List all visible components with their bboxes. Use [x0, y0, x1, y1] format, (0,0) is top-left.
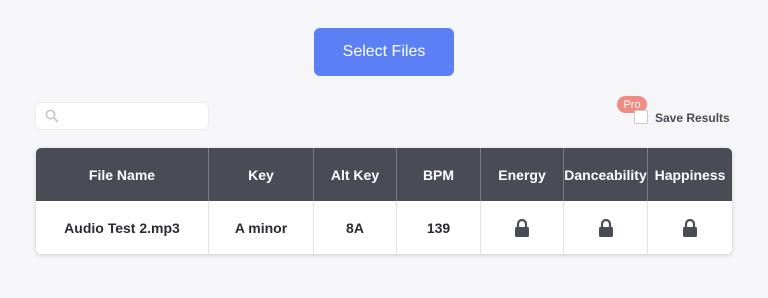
column-header-danceability[interactable]: Danceability: [564, 148, 648, 201]
lock-icon[interactable]: [598, 218, 614, 238]
cell-alt-key: 8A: [314, 201, 397, 254]
save-results-label: Save Results: [655, 111, 730, 125]
cell-happiness: [648, 201, 732, 254]
search-input[interactable]: [64, 106, 204, 126]
column-header-file-name[interactable]: File Name: [36, 148, 209, 201]
page: Select Files Pro Save Results File Name …: [0, 0, 768, 298]
search-icon: [45, 109, 59, 123]
search-box[interactable]: [35, 102, 209, 130]
lock-icon[interactable]: [514, 218, 530, 238]
cell-bpm: 139: [397, 201, 481, 254]
lock-icon[interactable]: [682, 218, 698, 238]
cell-file-name: Audio Test 2.mp3: [36, 201, 209, 254]
column-header-energy[interactable]: Energy: [481, 148, 564, 201]
table-row: Audio Test 2.mp3 A minor 8A 139: [36, 201, 732, 254]
cell-danceability: [564, 201, 648, 254]
column-header-happiness[interactable]: Happiness: [648, 148, 732, 201]
select-files-button[interactable]: Select Files: [314, 28, 454, 76]
column-header-key[interactable]: Key: [209, 148, 314, 201]
table-header-row: File Name Key Alt Key BPM Energy Danceab…: [36, 148, 732, 201]
cell-energy: [481, 201, 564, 254]
cell-key: A minor: [209, 201, 314, 254]
results-table: File Name Key Alt Key BPM Energy Danceab…: [36, 148, 732, 254]
column-header-bpm[interactable]: BPM: [397, 148, 481, 201]
save-results-checkbox[interactable]: [634, 110, 648, 124]
column-header-alt-key[interactable]: Alt Key: [314, 148, 397, 201]
